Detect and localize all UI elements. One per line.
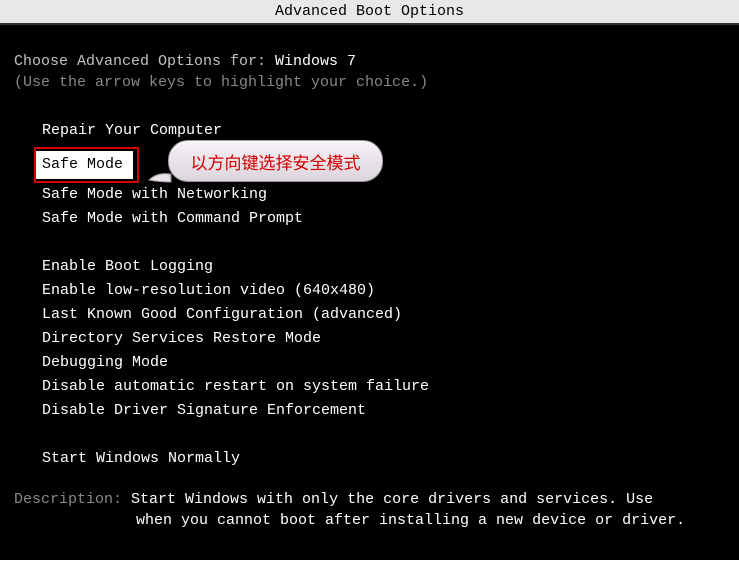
option-repair[interactable]: Repair Your Computer (42, 119, 725, 143)
description-label: Description: (14, 491, 131, 508)
option-last-known-good[interactable]: Last Known Good Configuration (advanced) (42, 303, 725, 327)
option-group-normal: Start Windows Normally (14, 447, 725, 471)
title-bar: Advanced Boot Options (0, 0, 739, 25)
option-safe-mode[interactable]: Safe Mode (36, 151, 133, 179)
option-start-normally[interactable]: Start Windows Normally (42, 447, 725, 471)
header-line: Choose Advanced Options for: Windows 7 (14, 53, 725, 70)
option-group-repair: Repair Your Computer (14, 119, 725, 143)
option-group-safe-modes: Safe Mode Safe Mode with Networking Safe… (14, 147, 725, 231)
description-block: Description: Start Windows with only the… (14, 491, 725, 529)
bottom-border (0, 560, 739, 564)
keyboard-hint: (Use the arrow keys to highlight your ch… (14, 74, 725, 91)
option-boot-logging[interactable]: Enable Boot Logging (42, 255, 725, 279)
option-low-res[interactable]: Enable low-resolution video (640x480) (42, 279, 725, 303)
header-prefix: Choose Advanced Options for: (14, 53, 275, 70)
option-debugging[interactable]: Debugging Mode (42, 351, 725, 375)
boot-options-screen: Choose Advanced Options for: Windows 7 (… (0, 25, 739, 529)
annotation-highlight-box: Safe Mode (34, 147, 139, 183)
os-name: Windows 7 (275, 53, 356, 70)
option-safe-mode-networking[interactable]: Safe Mode with Networking (42, 183, 725, 207)
option-disable-auto-restart[interactable]: Disable automatic restart on system fail… (42, 375, 725, 399)
option-safe-mode-cmd[interactable]: Safe Mode with Command Prompt (42, 207, 725, 231)
option-group-advanced: Enable Boot Logging Enable low-resolutio… (14, 255, 725, 423)
option-ds-restore[interactable]: Directory Services Restore Mode (42, 327, 725, 351)
option-disable-driver-sig[interactable]: Disable Driver Signature Enforcement (42, 399, 725, 423)
window-title: Advanced Boot Options (275, 3, 464, 20)
description-line1: Start Windows with only the core drivers… (131, 491, 653, 508)
description-line2: when you cannot boot after installing a … (14, 512, 725, 529)
